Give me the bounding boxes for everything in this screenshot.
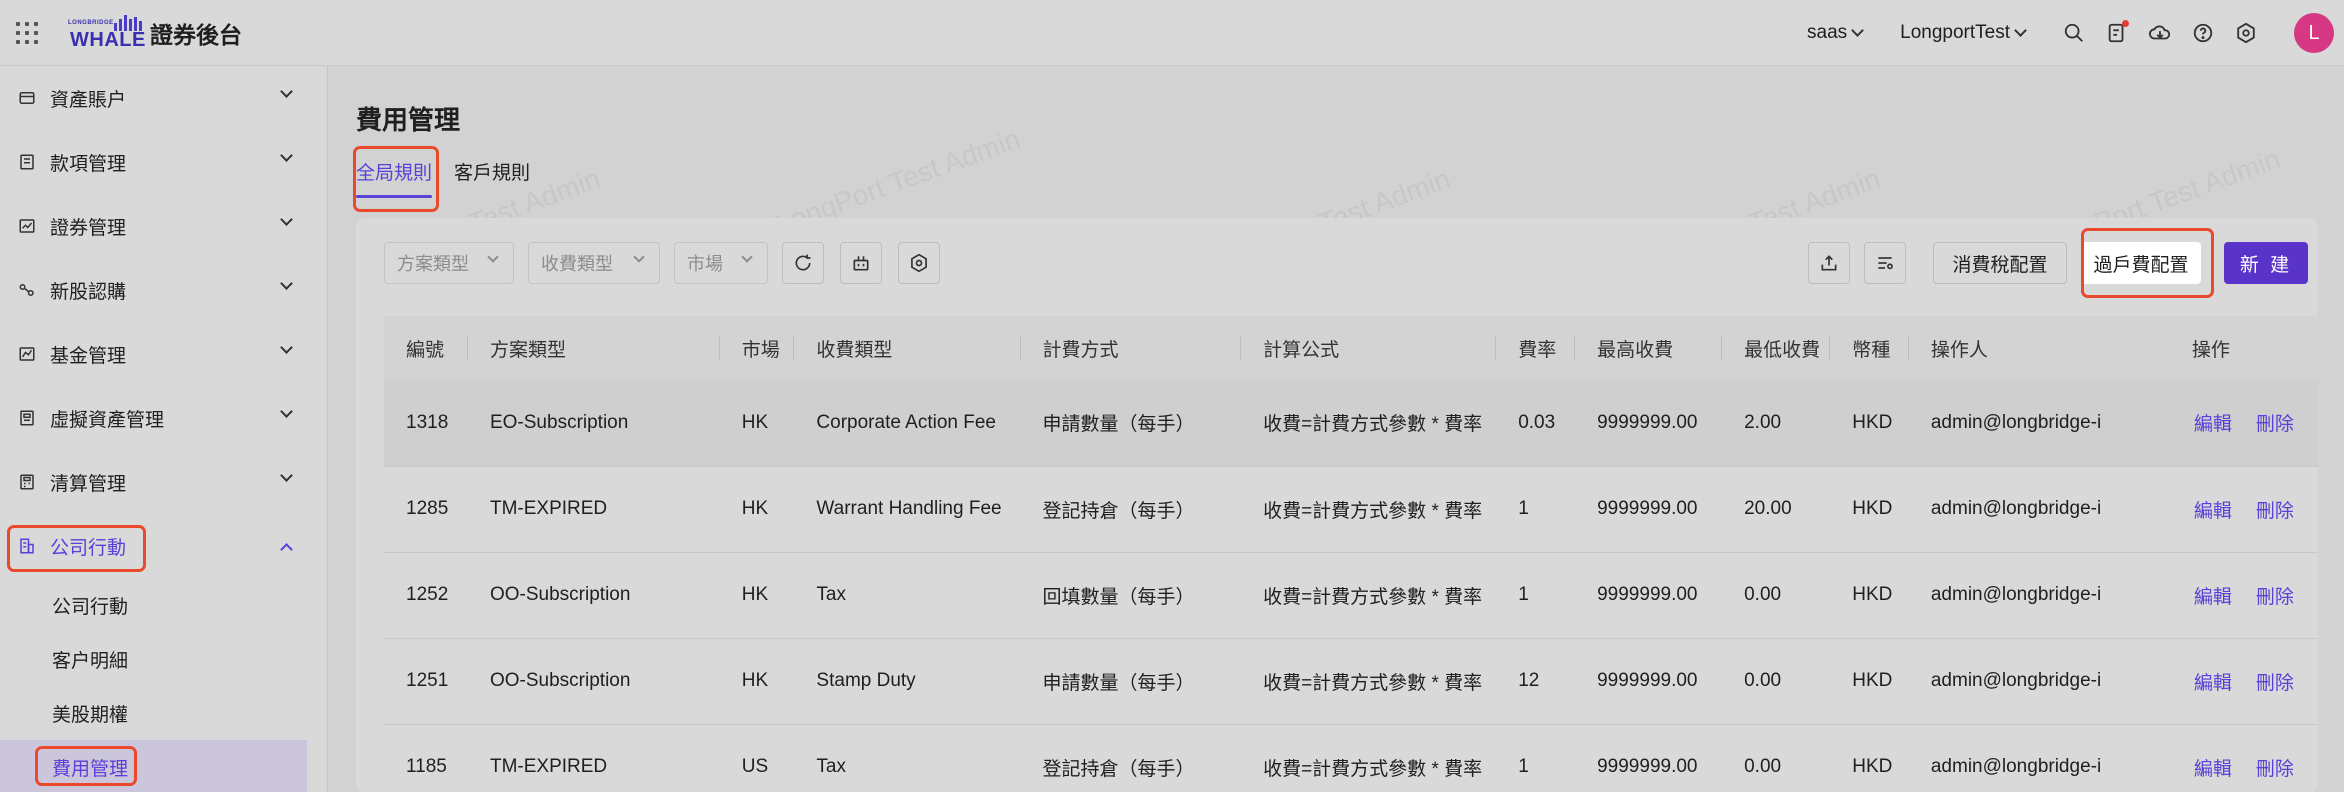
refresh-button[interactable]	[782, 242, 824, 284]
delete-link[interactable]: 刪除	[2256, 587, 2294, 608]
app-title: 證券後台	[150, 21, 242, 48]
highlight-box	[2081, 228, 2214, 298]
table-row: 1251 OO-Subscription HK Stamp Duty 申請數量（…	[384, 638, 2318, 725]
chevron-down-icon	[280, 213, 293, 226]
app-grid-icon[interactable]	[16, 21, 38, 44]
chevron-down-icon	[1851, 24, 1865, 37]
main-content: LongPort Test Admin LongPort Test Admin …	[329, 66, 2344, 792]
tab-client-rules[interactable]: 客戶規則	[454, 158, 530, 198]
ipo-icon	[19, 284, 34, 296]
delete-link[interactable]: 刪除	[2256, 673, 2294, 694]
sidebar-item-clearing[interactable]: 清算管理	[0, 450, 327, 514]
fee-type-select[interactable]: 收費類型	[528, 242, 660, 284]
edit-link[interactable]: 編輯	[2194, 587, 2232, 608]
table-row: 1318 EO-Subscription HK Corporate Action…	[384, 380, 2318, 467]
ledger-icon	[20, 154, 34, 170]
notification-dot	[2122, 20, 2129, 27]
delete-link[interactable]: 刪除	[2256, 414, 2294, 435]
chart-icon	[19, 219, 35, 233]
settings-icon[interactable]	[2235, 22, 2257, 44]
fee-rules-table: 編號 方案類型 市場 收費類型 計費方式 計算公式 費率 最高收費 最低收費 幣…	[384, 316, 2318, 792]
sidebar-subitem-client-details[interactable]: 客户明細	[0, 632, 327, 686]
page-title: 費用管理	[356, 105, 461, 135]
task-list-icon[interactable]	[2106, 20, 2129, 44]
chevron-down-icon	[280, 341, 293, 354]
column-header[interactable]: 方案類型	[467, 316, 720, 380]
column-header[interactable]: 市場	[719, 316, 795, 380]
sidebar-item-virtual-assets[interactable]: 虛擬資產管理	[0, 386, 327, 450]
wallet-icon	[19, 92, 35, 104]
edit-link[interactable]: 編輯	[2194, 414, 2232, 435]
column-header[interactable]: 幣種	[1830, 316, 1909, 380]
sidebar-subitem-us-options[interactable]: 美股期權	[0, 686, 327, 740]
filter-settings-button[interactable]	[898, 242, 940, 284]
sidebar-item-fund-management[interactable]: 基金管理	[0, 322, 327, 386]
clear-filter-button[interactable]	[840, 242, 882, 284]
column-header: 操作	[2169, 316, 2318, 380]
sidebar-item-asset-account[interactable]: 資產賬户	[0, 66, 327, 130]
plan-type-select[interactable]: 方案類型	[384, 242, 514, 284]
edit-link[interactable]: 編輯	[2194, 501, 2232, 522]
chevron-down-icon	[280, 277, 293, 290]
edit-link[interactable]: 編輯	[2194, 673, 2232, 694]
sidebar: 資產賬户 款項管理 證券管理 新股認購 基金管理 虛擬資產管理 清算管理 公司行…	[0, 66, 328, 792]
basket-icon	[853, 256, 869, 271]
download-icon[interactable]	[2149, 22, 2171, 44]
help-icon[interactable]	[2192, 22, 2214, 44]
chevron-down-icon	[487, 251, 499, 263]
chevron-down-icon	[741, 251, 753, 263]
gear-icon	[911, 253, 927, 273]
column-header[interactable]: 計算公式	[1241, 316, 1497, 380]
sidebar-item-securities[interactable]: 證券管理	[0, 194, 327, 258]
column-header[interactable]: 操作人	[1908, 316, 2170, 380]
delete-link[interactable]: 刪除	[2256, 759, 2294, 780]
highlight-box	[35, 746, 137, 786]
market-select[interactable]: 市場	[674, 242, 768, 284]
column-header[interactable]: 收費類型	[794, 316, 1021, 380]
rules-card: 方案類型 收費類型 市場 消費稅配置 過戶費配置 新 建 編號 方案類型 市場 …	[356, 218, 2318, 792]
crypto-icon	[20, 410, 34, 426]
sidebar-item-ipo[interactable]: 新股認購	[0, 258, 327, 322]
export-button[interactable]	[1808, 242, 1850, 284]
delete-link[interactable]: 刪除	[2256, 501, 2294, 522]
toolbar: 方案類型 收費類型 市場 消費稅配置 過戶費配置 新 建	[356, 218, 2318, 304]
edit-link[interactable]: 編輯	[2194, 759, 2232, 780]
calculator-icon	[20, 474, 34, 490]
search-icon[interactable]	[2063, 22, 2085, 44]
highlight-box	[353, 146, 439, 212]
account-select[interactable]: LongportTest	[1900, 22, 2027, 44]
chevron-down-icon	[280, 149, 293, 162]
create-button[interactable]: 新 建	[2224, 242, 2308, 284]
chevron-down-icon	[280, 405, 293, 418]
column-header[interactable]: 最高收費	[1575, 316, 1723, 380]
highlight-box	[7, 525, 146, 572]
column-settings-icon	[1878, 257, 1893, 270]
column-header[interactable]: 計費方式	[1020, 316, 1242, 380]
column-settings-button[interactable]	[1864, 242, 1906, 284]
export-icon	[1821, 255, 1837, 271]
chevron-up-icon	[280, 543, 293, 556]
chevron-down-icon	[280, 85, 293, 98]
column-header[interactable]: 最低收費	[1722, 316, 1831, 380]
top-bar: LONGBRIDGE WHALE 證券後台 saas LongportTest …	[0, 0, 2344, 66]
avatar[interactable]: L	[2294, 13, 2334, 53]
consumption-tax-button[interactable]: 消費稅配置	[1933, 242, 2067, 284]
sidebar-item-funds[interactable]: 款項管理	[0, 130, 327, 194]
fund-icon	[19, 347, 35, 361]
column-header[interactable]: 費率	[1496, 316, 1576, 380]
table-row: 1185 TM-EXPIRED US Tax 登記持倉（每手） 收費=計費方式參…	[384, 724, 2318, 792]
table-header: 編號 方案類型 市場 收費類型 計費方式 計算公式 費率 最高收費 最低收費 幣…	[384, 316, 2318, 380]
chevron-down-icon	[633, 251, 645, 263]
table-row: 1285 TM-EXPIRED HK Warrant Handling Fee …	[384, 466, 2318, 553]
chevron-down-icon	[2014, 24, 2027, 37]
refresh-icon	[795, 254, 811, 271]
column-header[interactable]: 編號	[384, 316, 468, 380]
table-row: 1252 OO-Subscription HK Tax 回填數量（每手） 收費=…	[384, 552, 2318, 639]
chevron-down-icon	[280, 469, 293, 482]
org-select[interactable]: saas	[1807, 22, 1865, 44]
whale-logo-icon: LONGBRIDGE WHALE	[68, 14, 145, 51]
logo[interactable]: LONGBRIDGE WHALE 證券後台	[68, 14, 242, 51]
sidebar-subitem-corporate-action[interactable]: 公司行動	[0, 578, 327, 632]
